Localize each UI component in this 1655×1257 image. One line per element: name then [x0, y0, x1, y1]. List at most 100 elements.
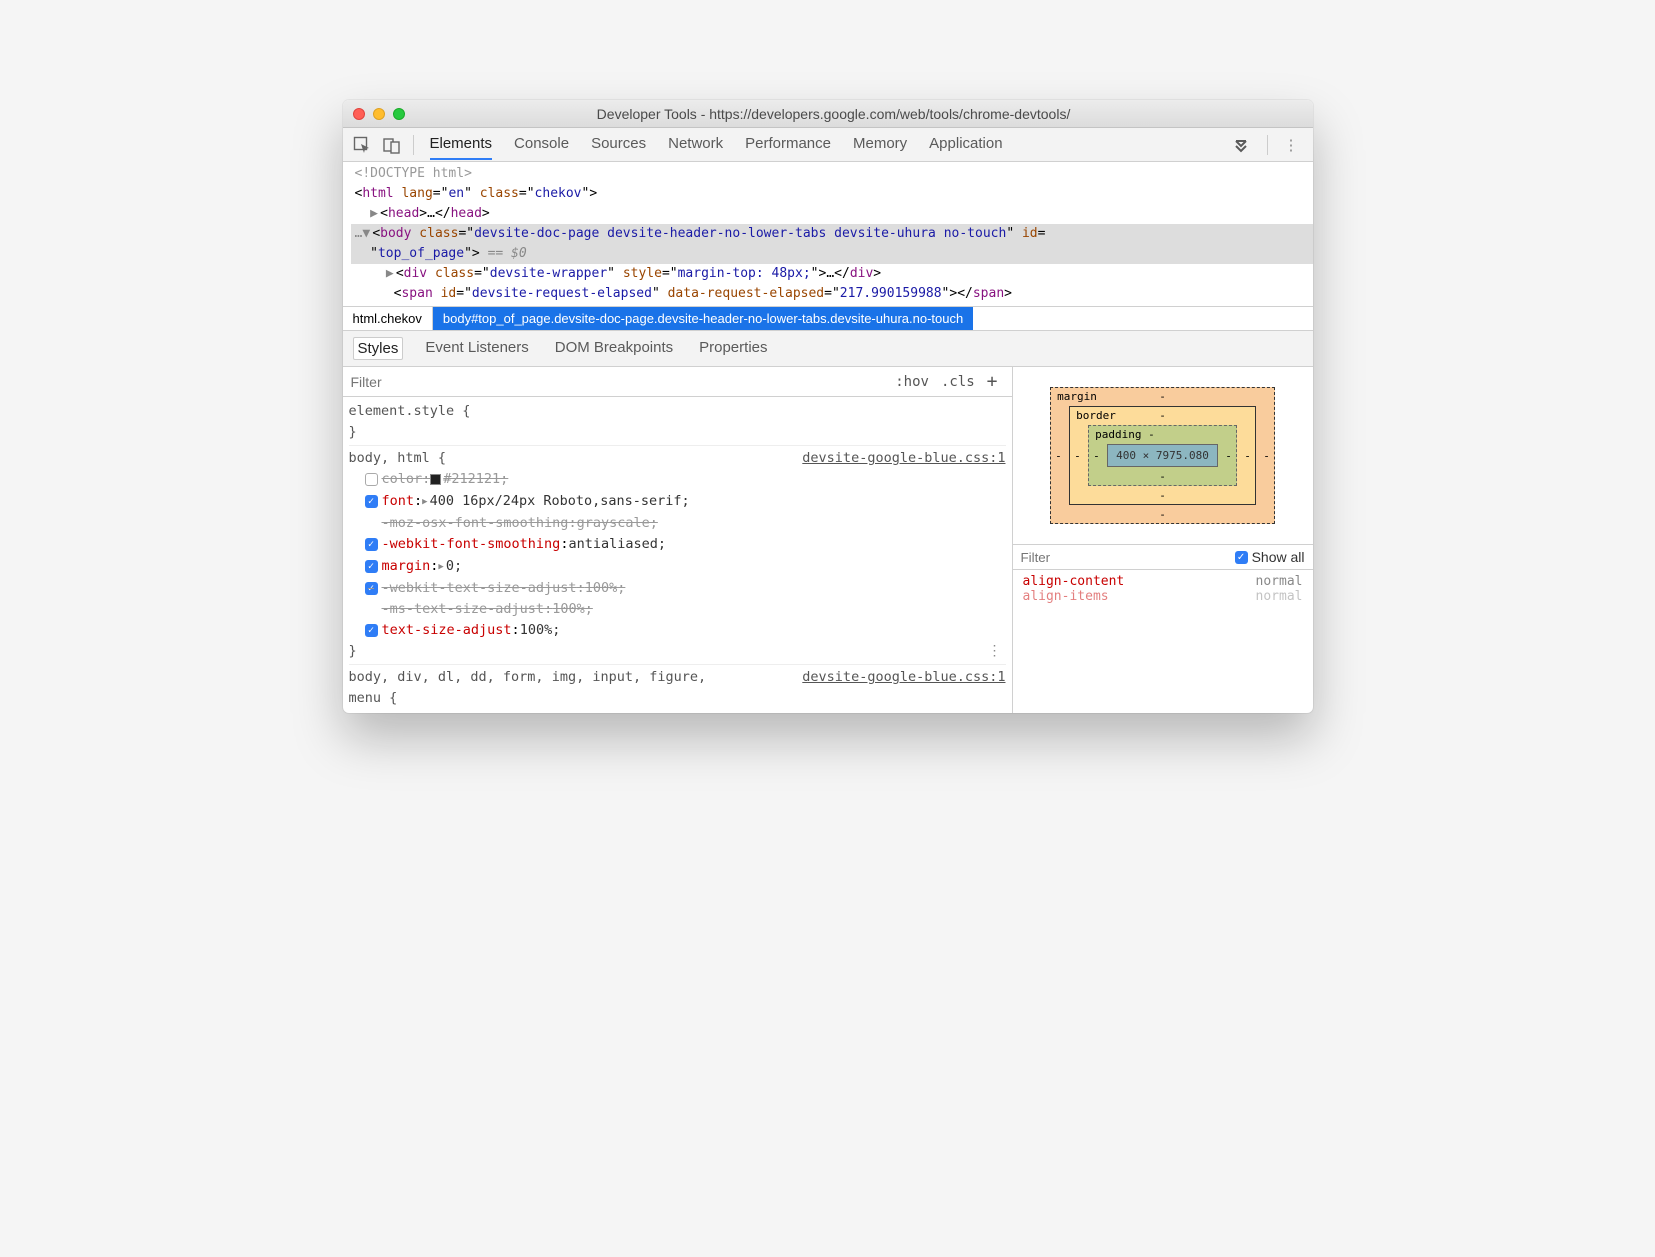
styles-filter-bar: :hov .cls +	[343, 367, 1012, 397]
style-property[interactable]: ✓margin: 0;	[349, 555, 1006, 578]
computed-filter-bar: ✓ Show all	[1013, 544, 1313, 570]
dom-div[interactable]: ▶<div class="devsite-wrapper" style="mar…	[351, 264, 1313, 284]
computed-name: align-content	[1023, 574, 1125, 589]
subtab-styles[interactable]: Styles	[353, 337, 404, 360]
property-name[interactable]: color	[382, 469, 423, 490]
overflow-tabs-icon[interactable]	[1221, 137, 1261, 153]
breadcrumb-html[interactable]: html.chekov	[343, 307, 433, 330]
property-name[interactable]: text-size-adjust	[382, 620, 512, 641]
styles-split: :hov .cls + element.style { } body, html…	[343, 367, 1313, 713]
main-toolbar: Elements Console Sources Network Perform…	[343, 128, 1313, 162]
rule-body-html[interactable]: body, html { devsite-google-blue.css:1 c…	[349, 446, 1006, 665]
source-link[interactable]: devsite-google-blue.css:1	[802, 448, 1005, 469]
style-property[interactable]: color: #212121;	[349, 469, 1006, 490]
window-titlebar: Developer Tools - https://developers.goo…	[343, 100, 1313, 128]
property-name[interactable]: margin	[382, 556, 431, 577]
expand-arrow-icon[interactable]: ▶	[386, 264, 396, 284]
dom-tree[interactable]: <!DOCTYPE html> <html lang="en" class="c…	[343, 162, 1313, 306]
tab-network[interactable]: Network	[668, 129, 723, 160]
breadcrumb-spacer	[973, 307, 1312, 330]
property-value[interactable]: 400 16px/24px Roboto,sans-serif;	[430, 491, 690, 512]
window-title: Developer Tools - https://developers.goo…	[365, 106, 1303, 122]
source-link[interactable]: devsite-google-blue.css:1	[802, 667, 1005, 709]
property-checkbox[interactable]: ✓	[365, 624, 378, 637]
device-toolbar-icon[interactable]	[377, 136, 407, 154]
tab-elements[interactable]: Elements	[430, 129, 493, 160]
box-margin-label: margin	[1057, 390, 1097, 403]
tab-sources[interactable]: Sources	[591, 129, 646, 160]
tab-performance[interactable]: Performance	[745, 129, 831, 160]
property-name[interactable]: -ms-text-size-adjust	[382, 599, 545, 620]
box-margin[interactable]: margin - - - - border - - - - padding	[1050, 387, 1275, 524]
selector-body-div[interactable]: body, div, dl, dd, form, img, input, fig…	[349, 667, 709, 709]
style-property[interactable]: ✓-webkit-text-size-adjust: 100%;	[349, 578, 1006, 599]
color-swatch[interactable]	[430, 474, 441, 485]
property-value[interactable]: 100%;	[520, 620, 561, 641]
close-window-button[interactable]	[353, 108, 365, 120]
computed-filter-input[interactable]	[1021, 550, 1235, 565]
styles-filter-input[interactable]	[351, 374, 890, 390]
box-content[interactable]: 400 × 7975.080	[1107, 444, 1218, 467]
expand-arrow-icon[interactable]: ▼	[362, 224, 372, 244]
subtab-dom-breakpoints[interactable]: DOM Breakpoints	[551, 337, 677, 360]
show-all-label[interactable]: Show all	[1252, 549, 1305, 565]
styles-list: element.style { } body, html { devsite-g…	[343, 397, 1012, 713]
subtab-properties[interactable]: Properties	[695, 337, 771, 360]
property-checkbox[interactable]: ✓	[365, 538, 378, 551]
style-property[interactable]: ✓text-size-adjust: 100%;	[349, 620, 1006, 641]
property-checkbox[interactable]: ✓	[365, 560, 378, 573]
property-value[interactable]: grayscale;	[577, 513, 658, 534]
devtools-window: Developer Tools - https://developers.goo…	[343, 100, 1313, 713]
property-value[interactable]: 100%;	[585, 578, 626, 599]
tab-memory[interactable]: Memory	[853, 129, 907, 160]
property-name[interactable]: font	[382, 491, 415, 512]
rule-kebab-icon[interactable]: ⋮	[988, 641, 1002, 662]
property-value[interactable]: #212121;	[443, 469, 508, 490]
property-value[interactable]: antialiased;	[568, 534, 666, 555]
dom-doctype[interactable]: <!DOCTYPE html>	[351, 164, 1313, 184]
tab-application[interactable]: Application	[929, 129, 1002, 160]
rule-body-div[interactable]: body, div, dl, dd, form, img, input, fig…	[349, 665, 1006, 711]
rule-element-style[interactable]: element.style { }	[349, 399, 1006, 446]
add-rule-icon[interactable]: +	[981, 371, 1004, 392]
dom-span[interactable]: <span id="devsite-request-elapsed" data-…	[351, 284, 1313, 304]
hov-button[interactable]: :hov	[889, 374, 935, 390]
cls-button[interactable]: .cls	[935, 374, 981, 390]
style-property[interactable]: ✓font: 400 16px/24px Roboto,sans-serif;	[349, 490, 1006, 513]
property-checkbox[interactable]	[365, 473, 378, 486]
dom-html-open[interactable]: <html lang="en" class="chekov">	[351, 184, 1313, 204]
selector-body-html[interactable]: body, html {	[349, 448, 447, 469]
rule-close: }	[349, 422, 1006, 443]
tab-console[interactable]: Console	[514, 129, 569, 160]
show-all-checkbox[interactable]: ✓	[1235, 551, 1248, 564]
dom-head[interactable]: ▶<head>…</head>	[351, 204, 1313, 224]
property-value[interactable]: 0;	[446, 556, 462, 577]
box-padding[interactable]: padding - - - - 400 × 7975.080	[1088, 425, 1237, 486]
property-checkbox[interactable]: ✓	[365, 495, 378, 508]
computed-list[interactable]: align-content normal align-items normal	[1013, 570, 1313, 608]
style-property[interactable]: ✓-webkit-font-smoothing: antialiased;	[349, 534, 1006, 555]
property-name[interactable]: -webkit-font-smoothing	[382, 534, 561, 555]
subtab-event-listeners[interactable]: Event Listeners	[421, 337, 532, 360]
toolbar-separator	[413, 135, 414, 155]
computed-value: normal	[1256, 574, 1303, 589]
property-checkbox[interactable]: ✓	[365, 582, 378, 595]
style-property[interactable]: -moz-osx-font-smoothing: grayscale;	[349, 513, 1006, 534]
style-property[interactable]: -ms-text-size-adjust: 100%;	[349, 599, 1006, 620]
expand-arrow-icon[interactable]: ▶	[370, 204, 380, 224]
rule-close: }	[349, 641, 1006, 662]
box-border[interactable]: border - - - - padding - - - - 400 × 797…	[1069, 406, 1256, 505]
settings-kebab-icon[interactable]: ⋮	[1274, 136, 1309, 154]
dom-body-selected[interactable]: …▼<body class="devsite-doc-page devsite-…	[351, 224, 1313, 264]
property-value[interactable]: 100%;	[552, 599, 593, 620]
breadcrumb-body[interactable]: body#top_of_page.devsite-doc-page.devsit…	[433, 307, 973, 330]
computed-row[interactable]: align-content normal	[1023, 574, 1303, 589]
property-name[interactable]: -webkit-text-size-adjust	[382, 578, 577, 599]
inspect-element-icon[interactable]	[347, 136, 377, 154]
box-model[interactable]: margin - - - - border - - - - padding	[1013, 367, 1313, 544]
computed-row[interactable]: align-items normal	[1023, 589, 1303, 604]
sidebar-tabs: Styles Event Listeners DOM Breakpoints P…	[343, 331, 1313, 367]
property-name[interactable]: -moz-osx-font-smoothing	[382, 513, 569, 534]
selector-element-style[interactable]: element.style {	[349, 401, 1006, 422]
computed-name: align-items	[1023, 589, 1109, 604]
